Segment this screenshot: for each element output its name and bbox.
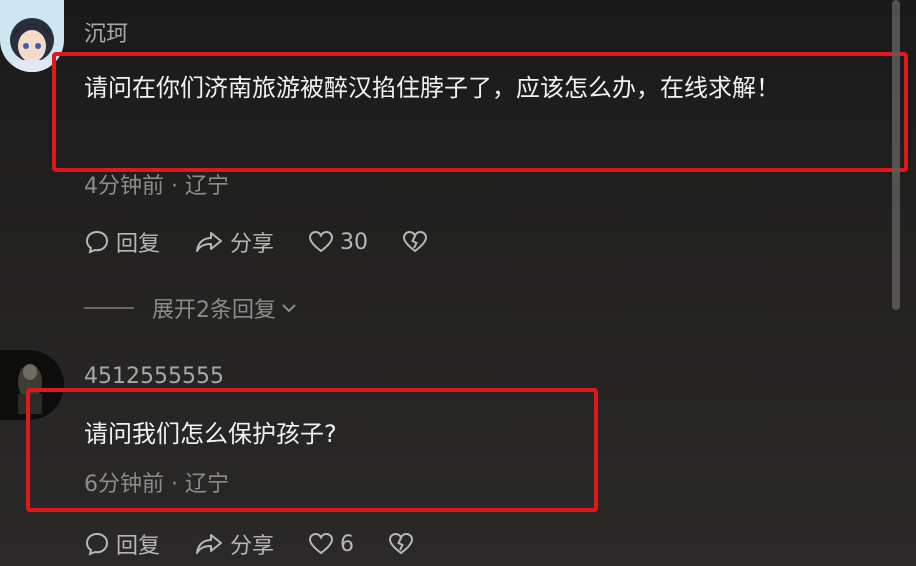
reply-button[interactable]: 回复	[84, 528, 160, 560]
comment-time: 4分钟前	[84, 174, 164, 199]
meta-separator: ·	[171, 174, 178, 199]
comment-bubble-icon	[85, 230, 109, 254]
reply-button[interactable]: 回复	[84, 226, 160, 258]
dislike-button[interactable]	[388, 532, 420, 556]
like-button[interactable]: 6	[308, 532, 354, 557]
share-label: 分享	[230, 534, 275, 559]
share-arrow-icon	[196, 232, 223, 252]
comment-username[interactable]: 沉珂	[84, 16, 128, 48]
reply-label: 回复	[116, 232, 161, 257]
like-count: 30	[340, 229, 369, 255]
comment-actions: 回复 分享 30	[84, 226, 468, 258]
like-button[interactable]: 30	[308, 230, 368, 255]
share-label: 分享	[230, 232, 275, 257]
expand-replies-button[interactable]: 展开2条回复	[84, 292, 298, 324]
comment-meta: 4分钟前 · 辽宁	[84, 168, 229, 200]
red-highlight-box	[52, 52, 908, 172]
dislike-button[interactable]	[402, 230, 434, 254]
share-button[interactable]: 分享	[194, 226, 274, 258]
comment-bubble-icon	[85, 532, 109, 556]
share-arrow-icon	[196, 534, 223, 554]
chevron-down-icon	[282, 304, 296, 313]
divider-line	[84, 307, 134, 309]
reply-label: 回复	[116, 534, 161, 559]
comment-location: 辽宁	[185, 174, 230, 199]
expand-replies-label: 展开2条回复	[152, 298, 276, 323]
share-button[interactable]: 分享	[194, 528, 274, 560]
broken-heart-icon	[389, 532, 414, 555]
heart-icon	[309, 532, 334, 555]
broken-heart-icon	[403, 230, 428, 253]
like-count: 6	[340, 531, 355, 557]
comment-username[interactable]: 4512555555	[84, 364, 224, 389]
heart-icon	[309, 230, 334, 253]
red-highlight-box	[26, 388, 598, 512]
scrollbar[interactable]	[892, 0, 900, 310]
comment-actions: 回复 分享 6	[84, 528, 454, 560]
